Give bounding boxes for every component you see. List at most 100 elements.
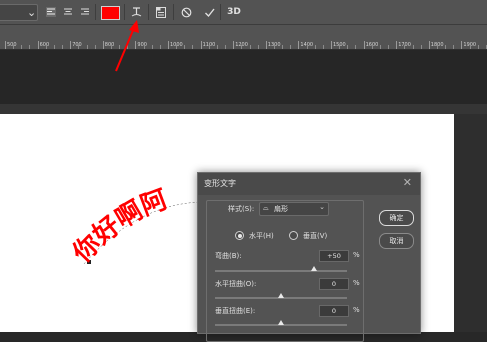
panel-area [0, 50, 487, 104]
ruler-tick [298, 41, 300, 49]
dialog-titlebar[interactable]: 变形文字 ✕ [198, 173, 420, 195]
ruler-minor-tick [21, 45, 23, 49]
ruler-minor-tick [110, 45, 112, 49]
ruler-minor-tick [119, 45, 121, 49]
warp-text-icon[interactable] [130, 4, 142, 20]
horizontal-radio[interactable] [235, 231, 244, 240]
ruler-minor-tick [151, 45, 153, 49]
ruler-minor-tick [225, 45, 227, 49]
ruler-label: 500 [7, 42, 17, 48]
pasteboard [454, 114, 487, 332]
ruler-tick [265, 41, 267, 49]
ruler-minor-tick [379, 45, 381, 49]
ruler-tick [70, 41, 72, 49]
ruler-minor-tick [62, 45, 64, 49]
ruler-minor-tick [86, 45, 88, 49]
ruler-minor-tick [290, 45, 292, 49]
fan-warp-icon: ⌓ [263, 204, 269, 212]
bend-input[interactable]: +50 [319, 250, 349, 262]
horizontal-distort-input[interactable]: 0 [319, 278, 349, 290]
style-label: 样式(S): [228, 205, 255, 213]
ruler-minor-tick [436, 45, 438, 49]
ruler-minor-tick [282, 45, 284, 49]
warped-text-layer[interactable]: 你好啊阿 [60, 180, 220, 290]
ruler-minor-tick [412, 45, 414, 49]
ruler-tick [200, 41, 202, 49]
bend-slider-thumb[interactable] [311, 266, 317, 271]
ruler-minor-tick [184, 45, 186, 49]
ruler-tick [135, 41, 137, 49]
ruler-label: 700 [72, 42, 82, 48]
ruler-tick [428, 41, 430, 49]
close-icon[interactable]: ✕ [403, 176, 412, 189]
warp-text-dialog: 变形文字 ✕ 样式(S): ⌓ 扇形 ⌄ 水平(H) 垂直(V) 弯曲(B): … [197, 172, 421, 342]
ruler-minor-tick [322, 45, 324, 49]
ruler-minor-tick [208, 45, 210, 49]
ruler-minor-tick [241, 45, 243, 49]
ruler-minor-tick [388, 45, 390, 49]
horizontal-distort-label: 水平扭曲(O): [215, 280, 257, 288]
ruler-tick [233, 41, 235, 49]
ruler-minor-tick [78, 45, 80, 49]
align-right-icon[interactable] [79, 4, 91, 20]
toolbar-separator [124, 4, 125, 20]
ruler-minor-tick [257, 45, 259, 49]
3d-icon[interactable]: 3D [227, 4, 241, 20]
ruler-minor-tick [453, 45, 455, 49]
style-select[interactable]: ⌓ 扇形 ⌄ [259, 202, 329, 216]
ruler-minor-tick [192, 45, 194, 49]
ruler-tick [168, 41, 169, 49]
ruler-minor-tick [273, 45, 275, 49]
ruler-tick [5, 41, 6, 49]
align-left-icon[interactable] [45, 4, 57, 20]
ruler-minor-tick [143, 45, 145, 49]
ruler-minor-tick [249, 45, 251, 49]
align-center-icon[interactable] [62, 4, 74, 20]
ruler-minor-tick [404, 45, 406, 49]
panel-area [0, 104, 487, 114]
commit-icon[interactable] [203, 4, 215, 20]
bend-slider[interactable] [215, 270, 347, 272]
ruler-minor-tick [355, 45, 357, 49]
ruler-minor-tick [176, 45, 178, 49]
ruler-minor-tick [445, 45, 447, 49]
cancel-icon[interactable] [180, 4, 192, 20]
ruler-minor-tick [45, 45, 47, 49]
horizontal-label: 水平(H) [249, 232, 274, 240]
vertical-distort-input[interactable]: 0 [319, 305, 349, 317]
ruler-minor-tick [306, 45, 308, 49]
ruler-minor-tick [371, 45, 373, 49]
ruler-label: 900 [137, 42, 147, 48]
style-value: 扇形 [274, 205, 288, 213]
ruler-minor-tick [314, 45, 316, 49]
ruler-label: 600 [39, 42, 50, 48]
vertical-distort-label: 垂直扭曲(E): [215, 307, 256, 315]
vertical-distort-slider-thumb[interactable] [278, 320, 284, 325]
text-color-swatch[interactable] [101, 6, 120, 20]
ruler-minor-tick [420, 45, 422, 49]
vertical-distort-percent: % [353, 306, 360, 314]
ruler-minor-tick [216, 45, 218, 49]
ruler-minor-tick [127, 45, 129, 49]
chevron-down-icon: ⌄ [319, 203, 325, 211]
toolbar-separator [173, 4, 174, 20]
ruler-minor-tick [477, 45, 479, 49]
ruler-minor-tick [94, 45, 96, 49]
horizontal-distort-slider-thumb[interactable] [278, 293, 284, 298]
horizontal-ruler: 5006007008009001000110012001300140015001… [0, 25, 487, 50]
chevron-down-icon: ⌄ [27, 5, 37, 19]
ruler-tick [461, 41, 463, 49]
vertical-radio[interactable] [289, 231, 298, 240]
ruler-minor-tick [339, 45, 341, 49]
ok-button[interactable]: 确定 [379, 210, 414, 226]
ruler-tick [331, 41, 332, 49]
bend-percent: % [353, 251, 360, 259]
ruler-minor-tick [53, 45, 55, 49]
cancel-button[interactable]: 取消 [379, 233, 414, 249]
ruler-minor-tick [13, 45, 15, 49]
options-bar: ⌄ 3D [0, 0, 487, 25]
character-panel-icon[interactable] [155, 4, 167, 20]
ruler-label: 800 [104, 42, 115, 48]
ruler-minor-tick [29, 45, 31, 49]
horizontal-distort-percent: % [353, 279, 360, 287]
